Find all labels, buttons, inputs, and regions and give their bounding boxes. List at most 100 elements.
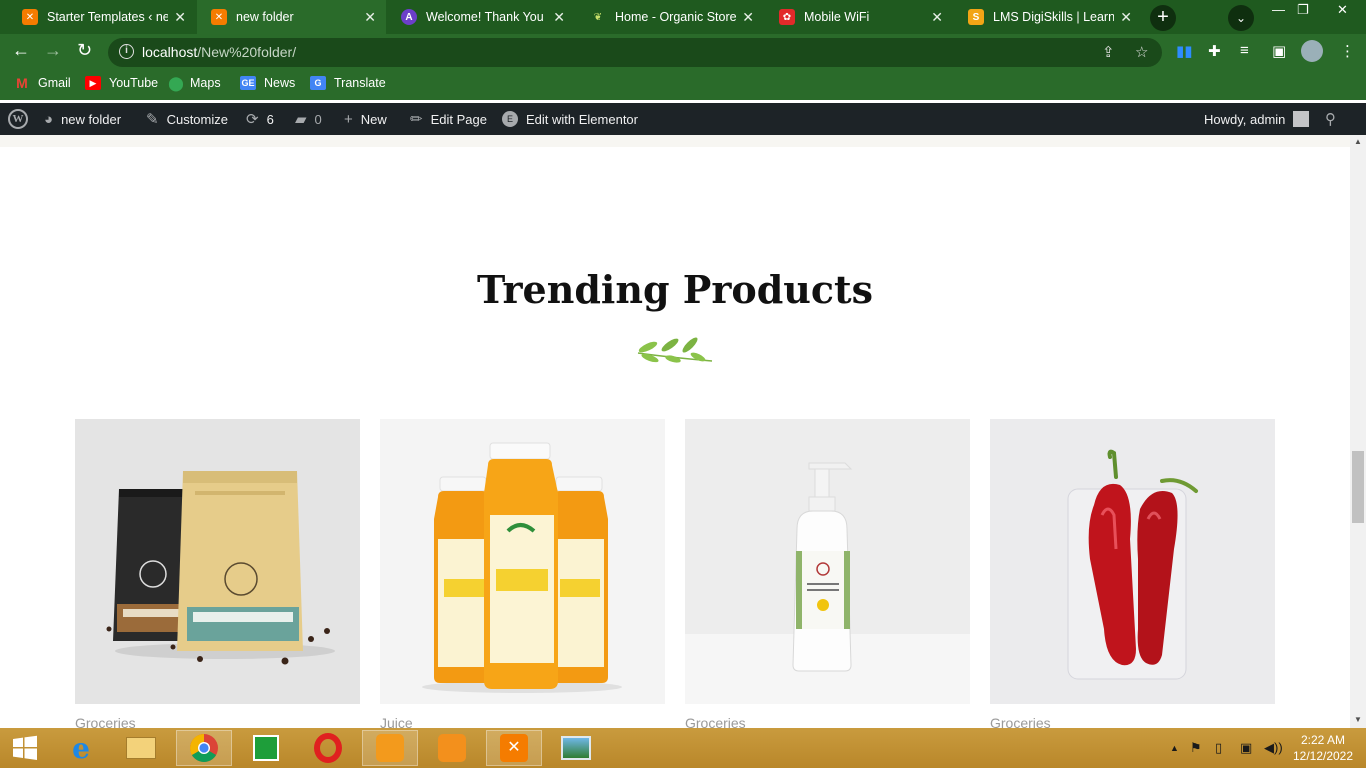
product-image-coffee-bags[interactable] [75, 419, 360, 704]
product-image-red-peppers[interactable] [990, 419, 1275, 704]
address-bar[interactable]: i localhost/New%20folder/ ⇪ ☆ [108, 38, 1162, 67]
tray-overflow-icon[interactable]: ▲ [1170, 743, 1179, 753]
reload-icon[interactable]: ↻ [77, 40, 92, 61]
wp-my-account[interactable]: Howdy, admin [1204, 103, 1310, 135]
browser-toolbar: ← → ↻ i localhost/New%20folder/ ⇪ ☆ ▮▮ ✚… [0, 34, 1366, 70]
windows-logo-icon [13, 735, 37, 760]
system-clock[interactable]: 2:22 AM 12/12/2022 [1288, 732, 1358, 764]
bookmark-label: News [264, 76, 296, 90]
wp-edit-page[interactable]: ✏ Edit Page [410, 103, 487, 135]
wp-comments[interactable]: ▰ 0 [295, 103, 322, 135]
product-image-orange-juice[interactable] [380, 419, 665, 704]
wp-new-content[interactable]: + New [344, 103, 387, 135]
bookmarks-bar: M Gmail ▶ YouTube ⬤ Maps GE News G Trans… [0, 70, 1366, 100]
taskbar-chrome[interactable] [176, 730, 232, 766]
taskbar-screen-recorder[interactable] [362, 730, 418, 766]
tab-welcome[interactable]: A Welcome! Thank You fo ✕ [387, 0, 575, 34]
forward-arrow-icon[interactable]: → [44, 40, 62, 61]
reading-list-icon[interactable]: ≡ [1240, 42, 1249, 59]
side-panel-icon[interactable]: ▣ [1272, 42, 1286, 60]
tab-starter-templates[interactable]: ✕ Starter Templates ‹ new ✕ [8, 0, 196, 34]
close-tab-icon[interactable]: ✕ [364, 9, 376, 26]
close-tab-icon[interactable]: ✕ [1120, 9, 1132, 26]
section-title: Trending Products [477, 267, 873, 312]
taskbar-xampp[interactable]: ✕ [486, 730, 542, 766]
product-image-hand-sanitizer[interactable] [685, 419, 970, 704]
bookmark-maps[interactable]: ⬤ Maps [168, 74, 221, 91]
bookmark-translate[interactable]: G Translate [310, 76, 386, 90]
tab-digiskills[interactable]: S LMS DigiSkills | Learnin ✕ [954, 0, 1142, 34]
digiskills-icon: S [968, 9, 984, 25]
profile-avatar[interactable] [1301, 40, 1323, 62]
product-category[interactable]: Groceries [685, 715, 746, 728]
wp-updates[interactable]: ⟳ 6 [246, 103, 274, 135]
scroll-up-arrow-icon[interactable]: ▲ [1354, 137, 1362, 146]
taskbar-photos[interactable] [548, 730, 604, 766]
new-tab-button[interactable]: + [1150, 5, 1176, 31]
product-category[interactable]: Groceries [75, 715, 136, 728]
bookmark-youtube[interactable]: ▶ YouTube [85, 76, 158, 90]
translate-icon: G [310, 76, 326, 90]
product-category[interactable]: Juice [380, 715, 413, 728]
close-tab-icon[interactable]: ✕ [174, 9, 186, 26]
taskbar-opera[interactable] [300, 730, 356, 766]
taskbar-internet-explorer[interactable]: e [53, 730, 109, 766]
tab-mobile-wifi[interactable]: ✿ Mobile WiFi ✕ [765, 0, 953, 34]
wp-search[interactable]: ⚲ [1325, 103, 1344, 135]
site-info-icon[interactable]: i [119, 44, 134, 59]
edit-elementor-label: Edit with Elementor [526, 111, 638, 127]
wp-edit-elementor[interactable]: E Edit with Elementor [502, 103, 638, 135]
chrome-icon [190, 734, 218, 762]
avatar [1293, 111, 1310, 127]
tab-search-button[interactable]: ⌄ [1228, 5, 1254, 31]
close-window-icon[interactable]: ✕ [1337, 2, 1348, 18]
pencil-icon: ✏ [410, 111, 423, 128]
wp-customize[interactable]: ✎ Customize [146, 103, 228, 135]
wp-logo-menu[interactable]: W [8, 103, 28, 135]
bookmark-star-icon[interactable]: ☆ [1135, 43, 1148, 61]
tab-new-folder[interactable]: ✕ new folder ✕ [197, 0, 386, 34]
taskbar-store[interactable] [238, 730, 294, 766]
tab-title: Home - Organic Store [615, 10, 737, 24]
device-icon[interactable]: ▯ [1215, 740, 1222, 756]
maps-pin-icon: ⬤ [168, 74, 184, 91]
start-button[interactable] [0, 730, 50, 766]
bookmark-label: Translate [334, 76, 386, 90]
share-icon[interactable]: ⇪ [1102, 43, 1115, 61]
wordpress-logo-icon: W [8, 109, 28, 129]
clock-date: 12/12/2022 [1292, 749, 1354, 763]
scrollbar-thumb[interactable] [1352, 451, 1364, 523]
close-tab-icon[interactable]: ✕ [553, 9, 565, 26]
tab-organic-store[interactable]: ❦ Home - Organic Store ✕ [576, 0, 764, 34]
back-arrow-icon[interactable]: ← [12, 40, 30, 61]
volume-icon[interactable]: ◀)) [1264, 740, 1283, 756]
file-explorer-icon [126, 737, 156, 759]
taskbar-screenshot-tool[interactable] [424, 730, 480, 766]
taskbar-file-explorer[interactable] [113, 730, 169, 766]
clock-time: 2:22 AM [1300, 733, 1346, 747]
close-tab-icon[interactable]: ✕ [931, 9, 943, 26]
photos-icon [561, 736, 591, 760]
restore-window-icon[interactable]: ❐ [1297, 2, 1309, 18]
product-category[interactable]: Groceries [990, 715, 1051, 728]
close-tab-icon[interactable]: ✕ [742, 9, 754, 26]
site-name-label: new folder [61, 111, 122, 127]
page-scrollbar[interactable]: ▲ ▼ [1350, 135, 1366, 728]
browser-tab-strip: ✕ Starter Templates ‹ new ✕ ✕ new folder… [0, 0, 1366, 34]
tab-title: LMS DigiSkills | Learnin [993, 10, 1115, 24]
network-icon[interactable]: ▣ [1240, 740, 1252, 756]
gmail-icon: M [16, 75, 28, 91]
minimize-window-icon[interactable]: — [1272, 2, 1285, 17]
action-center-flag-icon[interactable]: ⚑ [1190, 740, 1202, 756]
extension-chart-icon[interactable]: ▮▮ [1176, 42, 1193, 60]
browser-menu-icon[interactable]: ⋮ [1340, 42, 1355, 60]
youtube-icon: ▶ [85, 76, 101, 90]
coffee-bags-image [106, 471, 335, 665]
scroll-down-arrow-icon[interactable]: ▼ [1354, 715, 1362, 724]
bookmark-label: Maps [190, 76, 221, 90]
bookmark-gmail[interactable]: M Gmail [14, 75, 71, 91]
extensions-puzzle-icon[interactable]: ✚ [1208, 42, 1221, 60]
bookmark-news[interactable]: GE News [240, 76, 295, 90]
tab-title: Welcome! Thank You fo [426, 10, 548, 24]
wp-site-name[interactable]: ◕ new folder [44, 103, 121, 135]
